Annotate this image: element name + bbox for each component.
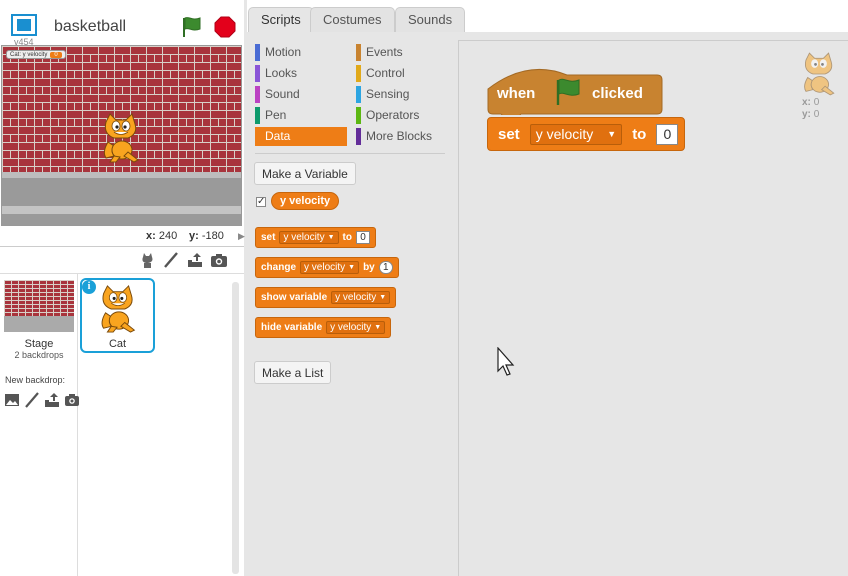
scratch-editor: v454 basketball Cat: y velocity 0 x: 240… [0, 0, 848, 576]
block-word: to [632, 125, 647, 143]
show-variable-block[interactable]: show variable y velocity ▼ [255, 287, 397, 308]
choose-sprite-from-library-icon[interactable] [138, 251, 156, 269]
sprite-name: Cat [108, 338, 127, 350]
x-label: x: [146, 230, 156, 242]
block-word: hide variable [261, 322, 323, 333]
tab-scripts[interactable]: Scripts [248, 7, 314, 33]
scripts-area[interactable]: when clicked set y velocity▼ to 0 x: 0 [458, 40, 848, 576]
y-label: y: [189, 230, 199, 242]
variable-reporter[interactable]: y velocity [271, 192, 340, 210]
category-looks[interactable]: Looks [255, 64, 347, 83]
category-data[interactable]: Data [255, 127, 347, 146]
dropdown-arrow-icon: ▼ [374, 324, 382, 331]
hat-when-label: when [497, 85, 536, 102]
fullscreen-icon[interactable] [11, 14, 37, 36]
variable-dropdown[interactable]: y velocity ▼ [300, 261, 360, 274]
tab-sounds[interactable]: Sounds [395, 7, 466, 32]
variable-checkbox[interactable]: ✓ [256, 197, 266, 207]
editor-tabs: Scripts Costumes Sounds [247, 0, 848, 33]
sprite-x-value: 0 [813, 97, 820, 108]
stage-thumbnail[interactable] [4, 280, 74, 332]
dropdown-arrow-icon: ▼ [607, 129, 617, 139]
block-word: set [498, 125, 520, 143]
set-variable-block[interactable]: set y velocity ▼ to 0 [255, 227, 376, 248]
change-variable-block[interactable]: change y velocity ▼ by 1 [255, 257, 399, 278]
make-variable-button[interactable]: Make a Variable [254, 162, 356, 185]
green-flag-icon [556, 78, 580, 105]
variable-dropdown[interactable]: y velocity ▼ [326, 321, 386, 334]
upload-sprite-icon[interactable] [186, 251, 204, 269]
block-word: by [363, 262, 375, 273]
category-control[interactable]: Control [356, 64, 448, 83]
cat-thumbnail [101, 285, 136, 333]
sprite-position-readout: x: 0 y: 0 [802, 97, 820, 120]
stop-icon[interactable] [214, 16, 236, 38]
category-sound[interactable]: Sound [255, 85, 347, 104]
stage-label: Stage [24, 338, 54, 350]
block-palette: Motion Looks Sound Pen Data Events Contr… [247, 32, 455, 576]
when-flag-clicked-block[interactable]: when clicked [487, 61, 663, 115]
cat-sprite[interactable] [98, 112, 144, 164]
stage-header: v454 basketball [0, 0, 244, 47]
category-more-blocks[interactable]: More Blocks [356, 127, 448, 146]
block-word: change [261, 262, 297, 273]
block-word: set [261, 232, 276, 243]
backdrop-library-icon[interactable] [4, 392, 20, 408]
green-flag-icon[interactable] [180, 15, 204, 39]
left-column: v454 basketball Cat: y velocity 0 x: 240… [0, 0, 245, 576]
project-title[interactable]: basketball [54, 18, 126, 36]
value-input[interactable]: 1 [378, 261, 393, 274]
hat-clicked-label: clicked [592, 85, 643, 102]
make-list-button[interactable]: Make a List [254, 361, 332, 384]
dropdown-arrow-icon: ▼ [348, 264, 356, 271]
stage-canvas[interactable]: Cat: y velocity 0 [1, 45, 242, 226]
block-word: show variable [261, 292, 328, 303]
sprite-y-value: 0 [813, 109, 820, 120]
sprite-tile-cat[interactable]: i Cat [80, 278, 155, 353]
new-sprite-toolbar [0, 246, 244, 273]
variable-monitor-label: Cat: y velocity [10, 51, 48, 58]
script-value-input[interactable]: 0 [656, 123, 679, 145]
category-events[interactable]: Events [356, 43, 448, 62]
value-input[interactable]: 0 [355, 231, 370, 244]
backdrop-count: 2 backdrops [14, 350, 64, 360]
category-motion[interactable]: Motion [255, 43, 347, 62]
hide-variable-block[interactable]: hide variable y velocity ▼ [255, 317, 392, 338]
dropdown-arrow-icon: ▼ [379, 294, 387, 301]
category-sensing[interactable]: Sensing [356, 85, 448, 104]
paint-new-sprite-icon[interactable] [162, 251, 180, 269]
paint-backdrop-icon[interactable] [24, 392, 40, 408]
block-word: to [342, 232, 352, 243]
sprite-list-scrollbar[interactable] [232, 282, 239, 574]
category-operators[interactable]: Operators [356, 106, 448, 125]
stage-pane: Stage 2 backdrops New backdrop: [0, 274, 80, 576]
category-divider [255, 153, 445, 154]
variable-dropdown[interactable]: y velocity ▼ [279, 231, 339, 244]
y-value: -180 [201, 230, 224, 242]
mouse-coordinates: x: 240 y: -180 ▶ [0, 228, 245, 246]
sprite-list-pane: Stage 2 backdrops New backdrop: i Cat [0, 273, 244, 576]
variable-dropdown[interactable]: y velocity ▼ [331, 291, 391, 304]
script-set-variable-block[interactable]: set y velocity ▼ to 0 [487, 117, 686, 151]
script-variable-dropdown[interactable]: y velocity ▼ [529, 123, 623, 145]
sprite-corner-icon [804, 52, 835, 96]
collapse-arrow-icon[interactable]: ▶ [238, 231, 245, 242]
new-backdrop-label: New backdrop: [5, 375, 66, 385]
tab-costumes[interactable]: Costumes [310, 7, 395, 32]
upload-backdrop-icon[interactable] [44, 392, 60, 408]
dropdown-arrow-icon: ▼ [327, 234, 335, 241]
backdrop-camera-icon[interactable] [64, 392, 80, 408]
x-value: 240 [158, 230, 178, 242]
category-pen[interactable]: Pen [255, 106, 347, 125]
camera-icon[interactable] [210, 251, 228, 269]
variable-monitor[interactable]: Cat: y velocity 0 [6, 50, 66, 59]
mouse-cursor-icon [497, 347, 515, 376]
floor [2, 172, 241, 225]
variable-monitor-value: 0 [50, 51, 62, 58]
